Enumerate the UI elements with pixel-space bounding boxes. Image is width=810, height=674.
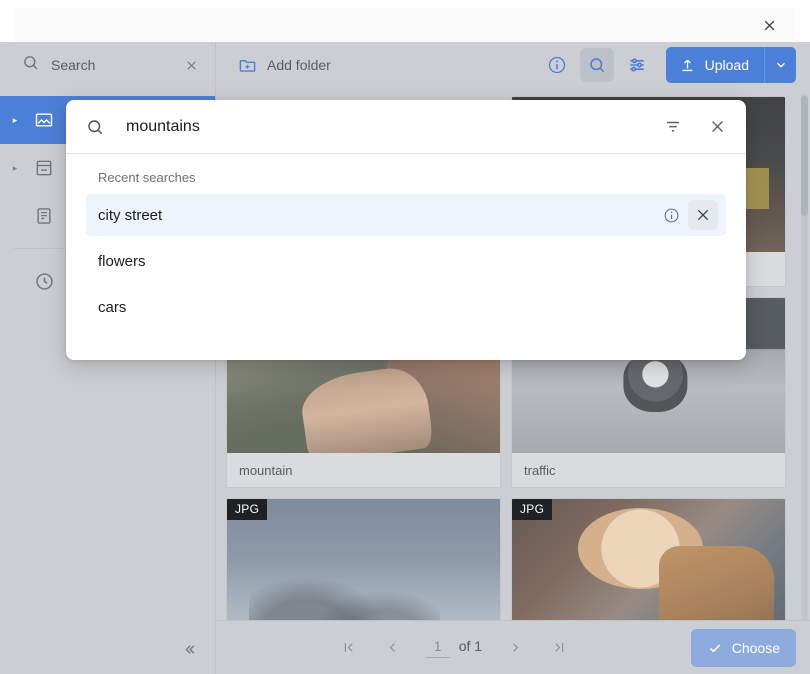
- search-dialog-body: Recent searches city street flowers: [66, 154, 746, 360]
- page-indicator: of 1: [426, 638, 482, 658]
- filter-icon-button[interactable]: [658, 112, 688, 142]
- search-icon: [86, 118, 104, 136]
- page-number-input[interactable]: [426, 638, 450, 658]
- grid-scrollbar-thumb[interactable]: [801, 96, 808, 216]
- sidebar-search-label: Search: [51, 57, 169, 73]
- first-page-button[interactable]: [338, 637, 360, 659]
- upload-button-group[interactable]: Upload: [666, 47, 796, 83]
- recent-search-item[interactable]: flowers: [86, 240, 726, 282]
- choose-label: Choose: [732, 640, 780, 656]
- recent-search-item[interactable]: city street: [86, 194, 726, 236]
- page-total-label: of 1: [459, 638, 482, 654]
- folder-add-icon: [238, 56, 257, 75]
- window-titlebar: [14, 8, 796, 42]
- chevron-right-icon[interactable]: ▸: [8, 163, 22, 174]
- file-type-badge: JPG: [512, 499, 552, 520]
- check-icon: [707, 640, 723, 656]
- info-icon-button[interactable]: [540, 48, 574, 82]
- search-clear-button[interactable]: [181, 55, 201, 75]
- footer-bar: of 1 Choose: [217, 620, 810, 674]
- prev-page-button[interactable]: [382, 637, 404, 659]
- upload-button[interactable]: Upload: [666, 47, 764, 83]
- main-toolbar: Search Add folder: [0, 42, 810, 88]
- upload-label: Upload: [705, 57, 749, 73]
- tune-icon-button[interactable]: [620, 48, 654, 82]
- upload-icon: [679, 57, 696, 74]
- file-caption: mountain: [227, 453, 500, 487]
- add-folder-label: Add folder: [267, 57, 331, 73]
- info-icon[interactable]: [658, 202, 684, 228]
- file-caption: traffic: [512, 453, 785, 487]
- search-suggestions-dialog: mountains Recent searches city street: [66, 100, 746, 360]
- document-icon: [32, 204, 56, 228]
- recent-search-label: flowers: [98, 253, 658, 270]
- recent-search-label: cars: [98, 299, 658, 316]
- recent-search-item[interactable]: cars: [86, 286, 726, 328]
- recent-searches-label: Recent searches: [86, 170, 726, 185]
- pagination: of 1: [217, 637, 691, 659]
- film-icon: [32, 156, 56, 180]
- add-folder-button[interactable]: Add folder: [234, 52, 335, 79]
- sidebar-collapse-button[interactable]: [176, 636, 202, 662]
- recent-search-label: city street: [98, 207, 658, 224]
- search-dialog-header: mountains: [66, 100, 746, 154]
- recent-search-actions: [658, 200, 718, 230]
- last-page-button[interactable]: [548, 637, 570, 659]
- file-picker-window: Search Add folder: [0, 0, 810, 674]
- toolbar-actions: Add folder Upload: [216, 42, 810, 88]
- sidebar-search-field[interactable]: Search: [0, 42, 216, 88]
- search-icon: [22, 54, 39, 76]
- upload-dropdown-button[interactable]: [765, 47, 796, 83]
- next-page-button[interactable]: [504, 637, 526, 659]
- clock-icon: [32, 269, 56, 293]
- choose-button[interactable]: Choose: [691, 629, 796, 667]
- window-close-button[interactable]: [756, 12, 782, 38]
- search-dialog-close-button[interactable]: [702, 112, 732, 142]
- remove-recent-search-button[interactable]: [688, 200, 718, 230]
- search-toggle-button[interactable]: [580, 48, 614, 82]
- chevron-right-icon[interactable]: ▸: [8, 115, 22, 126]
- file-type-badge: JPG: [227, 499, 267, 520]
- image-icon: [32, 108, 56, 132]
- search-input[interactable]: mountains: [118, 118, 644, 136]
